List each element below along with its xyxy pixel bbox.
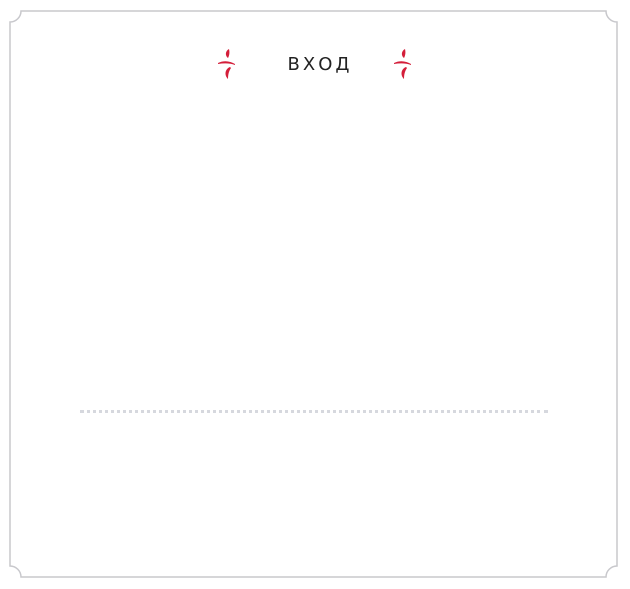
red-flourish-icon: [216, 47, 238, 81]
faint-mark: [455, 239, 463, 245]
dialog-title: ВХОД: [287, 53, 353, 75]
login-dialog: ВХОД: [0, 0, 630, 589]
red-flourish-icon: [392, 47, 414, 81]
dialog-frame: [9, 10, 618, 578]
dialog-header: ВХОД: [0, 46, 630, 82]
dotted-divider: [80, 410, 548, 413]
